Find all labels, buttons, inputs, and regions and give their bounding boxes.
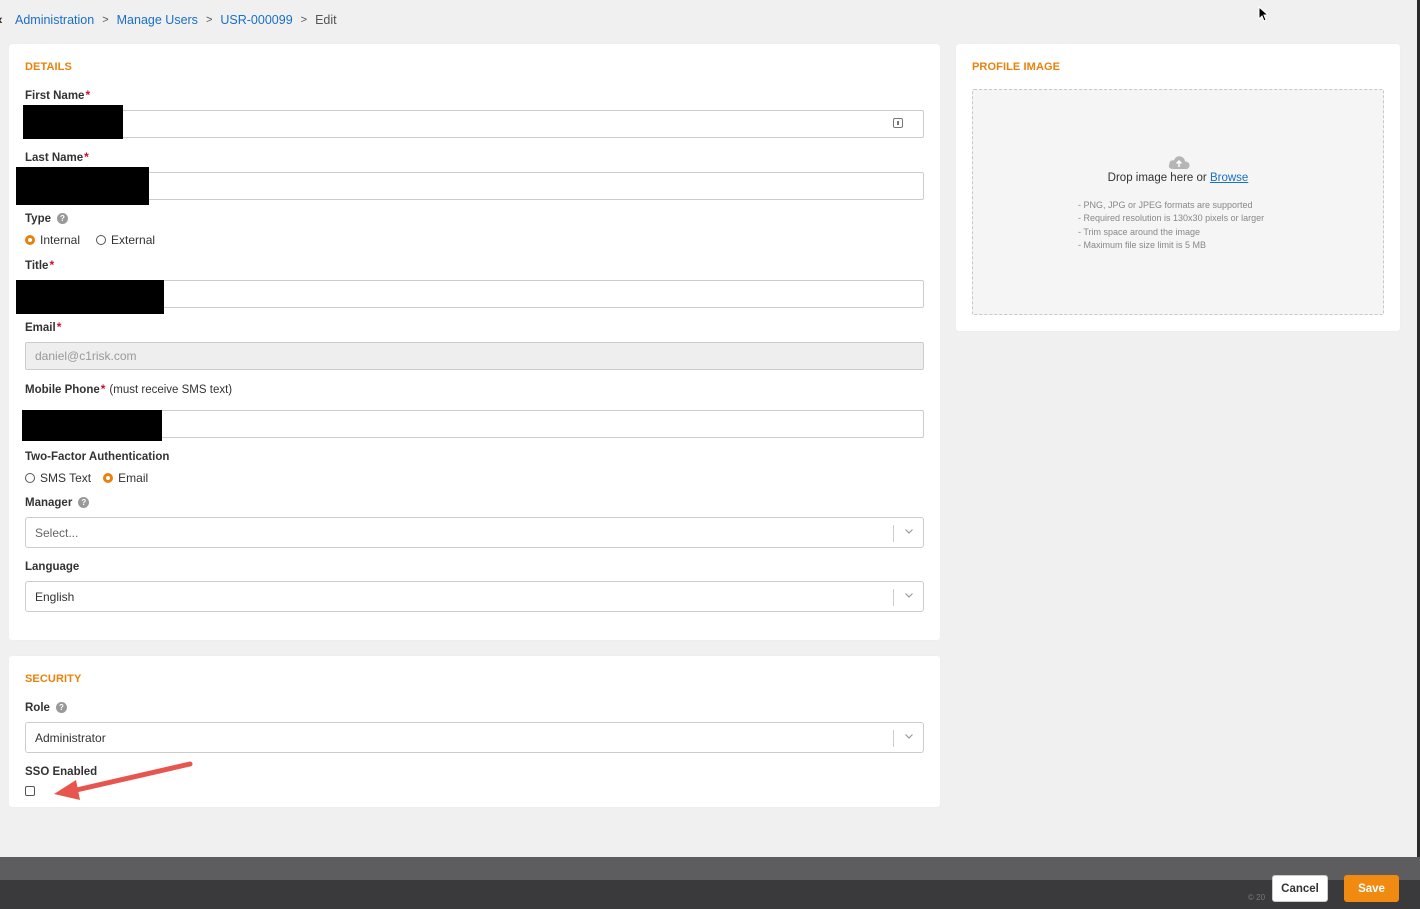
first-name-input[interactable] [25, 110, 924, 138]
tfa-email-label: Email [118, 471, 149, 485]
breadcrumb: Administration > Manage Users > USR-0000… [15, 13, 337, 27]
first-name-label: First Name * [25, 88, 91, 102]
cloud-upload-icon [1168, 156, 1190, 169]
annotation-arrow [54, 761, 193, 800]
type-radio-group: Internal External [25, 233, 171, 247]
save-button[interactable]: Save [1344, 875, 1399, 902]
type-internal-option[interactable]: Internal [25, 233, 80, 247]
last-name-label: Last Name * [25, 150, 89, 164]
select-divider [893, 730, 894, 747]
type-external-radio[interactable] [96, 235, 107, 245]
chevron-down-icon[interactable] [905, 527, 913, 535]
type-external-option[interactable]: External [96, 233, 155, 247]
title-label: Title * [25, 258, 55, 272]
chevron-down-icon[interactable] [905, 591, 913, 599]
tfa-sms-label: SMS Text [40, 471, 92, 485]
dropzone-text: Drop image here or Browse [973, 172, 1383, 184]
tfa-sms-option[interactable]: SMS Text [25, 471, 91, 485]
type-internal-radio[interactable] [25, 235, 35, 245]
hint-line: - Trim space around the image [1078, 226, 1201, 237]
profile-image-section-title: PROFILE IMAGE [972, 61, 1061, 73]
required-marker: * [84, 150, 89, 164]
image-dropzone[interactable]: Drop image here or Browse - PNG, JPG or … [972, 89, 1384, 315]
breadcrumb-separator: > [300, 14, 308, 26]
required-marker: * [56, 320, 62, 334]
language-select[interactable]: English [25, 581, 924, 612]
manager-select-placeholder: Select... [35, 525, 79, 540]
dropzone-hints: - PNG, JPG or JPEG formats are supported… [1078, 199, 1264, 252]
back-chevron-icon[interactable]: ‹ [0, 11, 3, 27]
breadcrumb-user-id[interactable]: USR-000099 [220, 13, 292, 27]
details-section-title: DETAILS [25, 61, 72, 73]
redacted-last-name [16, 167, 149, 205]
tfa-sms-radio[interactable] [25, 473, 35, 483]
contact-card-icon[interactable] [893, 118, 903, 128]
redacted-title [16, 280, 164, 314]
tfa-email-option[interactable]: Email [103, 471, 148, 485]
help-icon[interactable]: ? [57, 213, 68, 224]
footer-bar-top [0, 857, 1420, 880]
sso-enabled-checkbox[interactable] [25, 786, 35, 796]
language-label: Language [25, 561, 80, 573]
breadcrumb-current: Edit [315, 13, 337, 27]
cancel-button[interactable]: Cancel [1272, 875, 1328, 902]
help-icon[interactable]: ? [55, 702, 67, 713]
breadcrumb-administration[interactable]: Administration [15, 13, 94, 27]
required-marker: * [49, 258, 55, 272]
redacted-mobile-phone [22, 410, 162, 441]
two-factor-label: Two-Factor Authentication [25, 451, 170, 463]
breadcrumb-separator: > [102, 14, 109, 26]
required-marker: * [100, 382, 106, 396]
language-select-value: English [35, 589, 75, 604]
tfa-email-radio[interactable] [103, 473, 114, 483]
manager-select[interactable]: Select... [25, 517, 924, 548]
hint-line: - Required resolution is 130x30 pixels o… [1078, 213, 1265, 224]
email-label: Email * [25, 320, 62, 334]
email-input [25, 342, 924, 370]
mobile-phone-note: (must receive SMS text) [109, 384, 233, 396]
chevron-down-icon[interactable] [905, 732, 913, 740]
select-divider [893, 525, 894, 542]
breadcrumb-manage-users[interactable]: Manage Users [117, 13, 198, 27]
role-label: Role? [25, 702, 67, 714]
required-marker: * [85, 88, 91, 102]
hint-line: - PNG, JPG or JPEG formats are supported [1078, 200, 1253, 210]
security-section-title: SECURITY [25, 673, 82, 685]
role-select[interactable]: Administrator [25, 722, 924, 753]
type-internal-label: Internal [40, 233, 81, 247]
mouse-cursor-icon [1258, 6, 1268, 22]
type-label: Type? [25, 213, 68, 225]
role-select-value: Administrator [35, 730, 106, 745]
two-factor-radio-group: SMS Text Email [25, 471, 164, 485]
help-icon[interactable]: ? [78, 497, 90, 508]
redacted-first-name [23, 105, 123, 139]
breadcrumb-separator: > [205, 14, 213, 26]
browse-link[interactable]: Browse [1210, 172, 1248, 184]
dropzone-instruction: Drop image here or [1107, 172, 1210, 184]
type-external-label: External [111, 233, 156, 247]
select-divider [893, 589, 894, 606]
manager-label: Manager? [25, 497, 90, 509]
hint-line: - Maximum file size limit is 5 MB [1078, 239, 1207, 250]
mobile-phone-label: Mobile Phone * (must receive SMS text) [25, 382, 233, 396]
footer-copyright: © 20 [1248, 893, 1266, 902]
last-name-input[interactable] [25, 172, 924, 200]
